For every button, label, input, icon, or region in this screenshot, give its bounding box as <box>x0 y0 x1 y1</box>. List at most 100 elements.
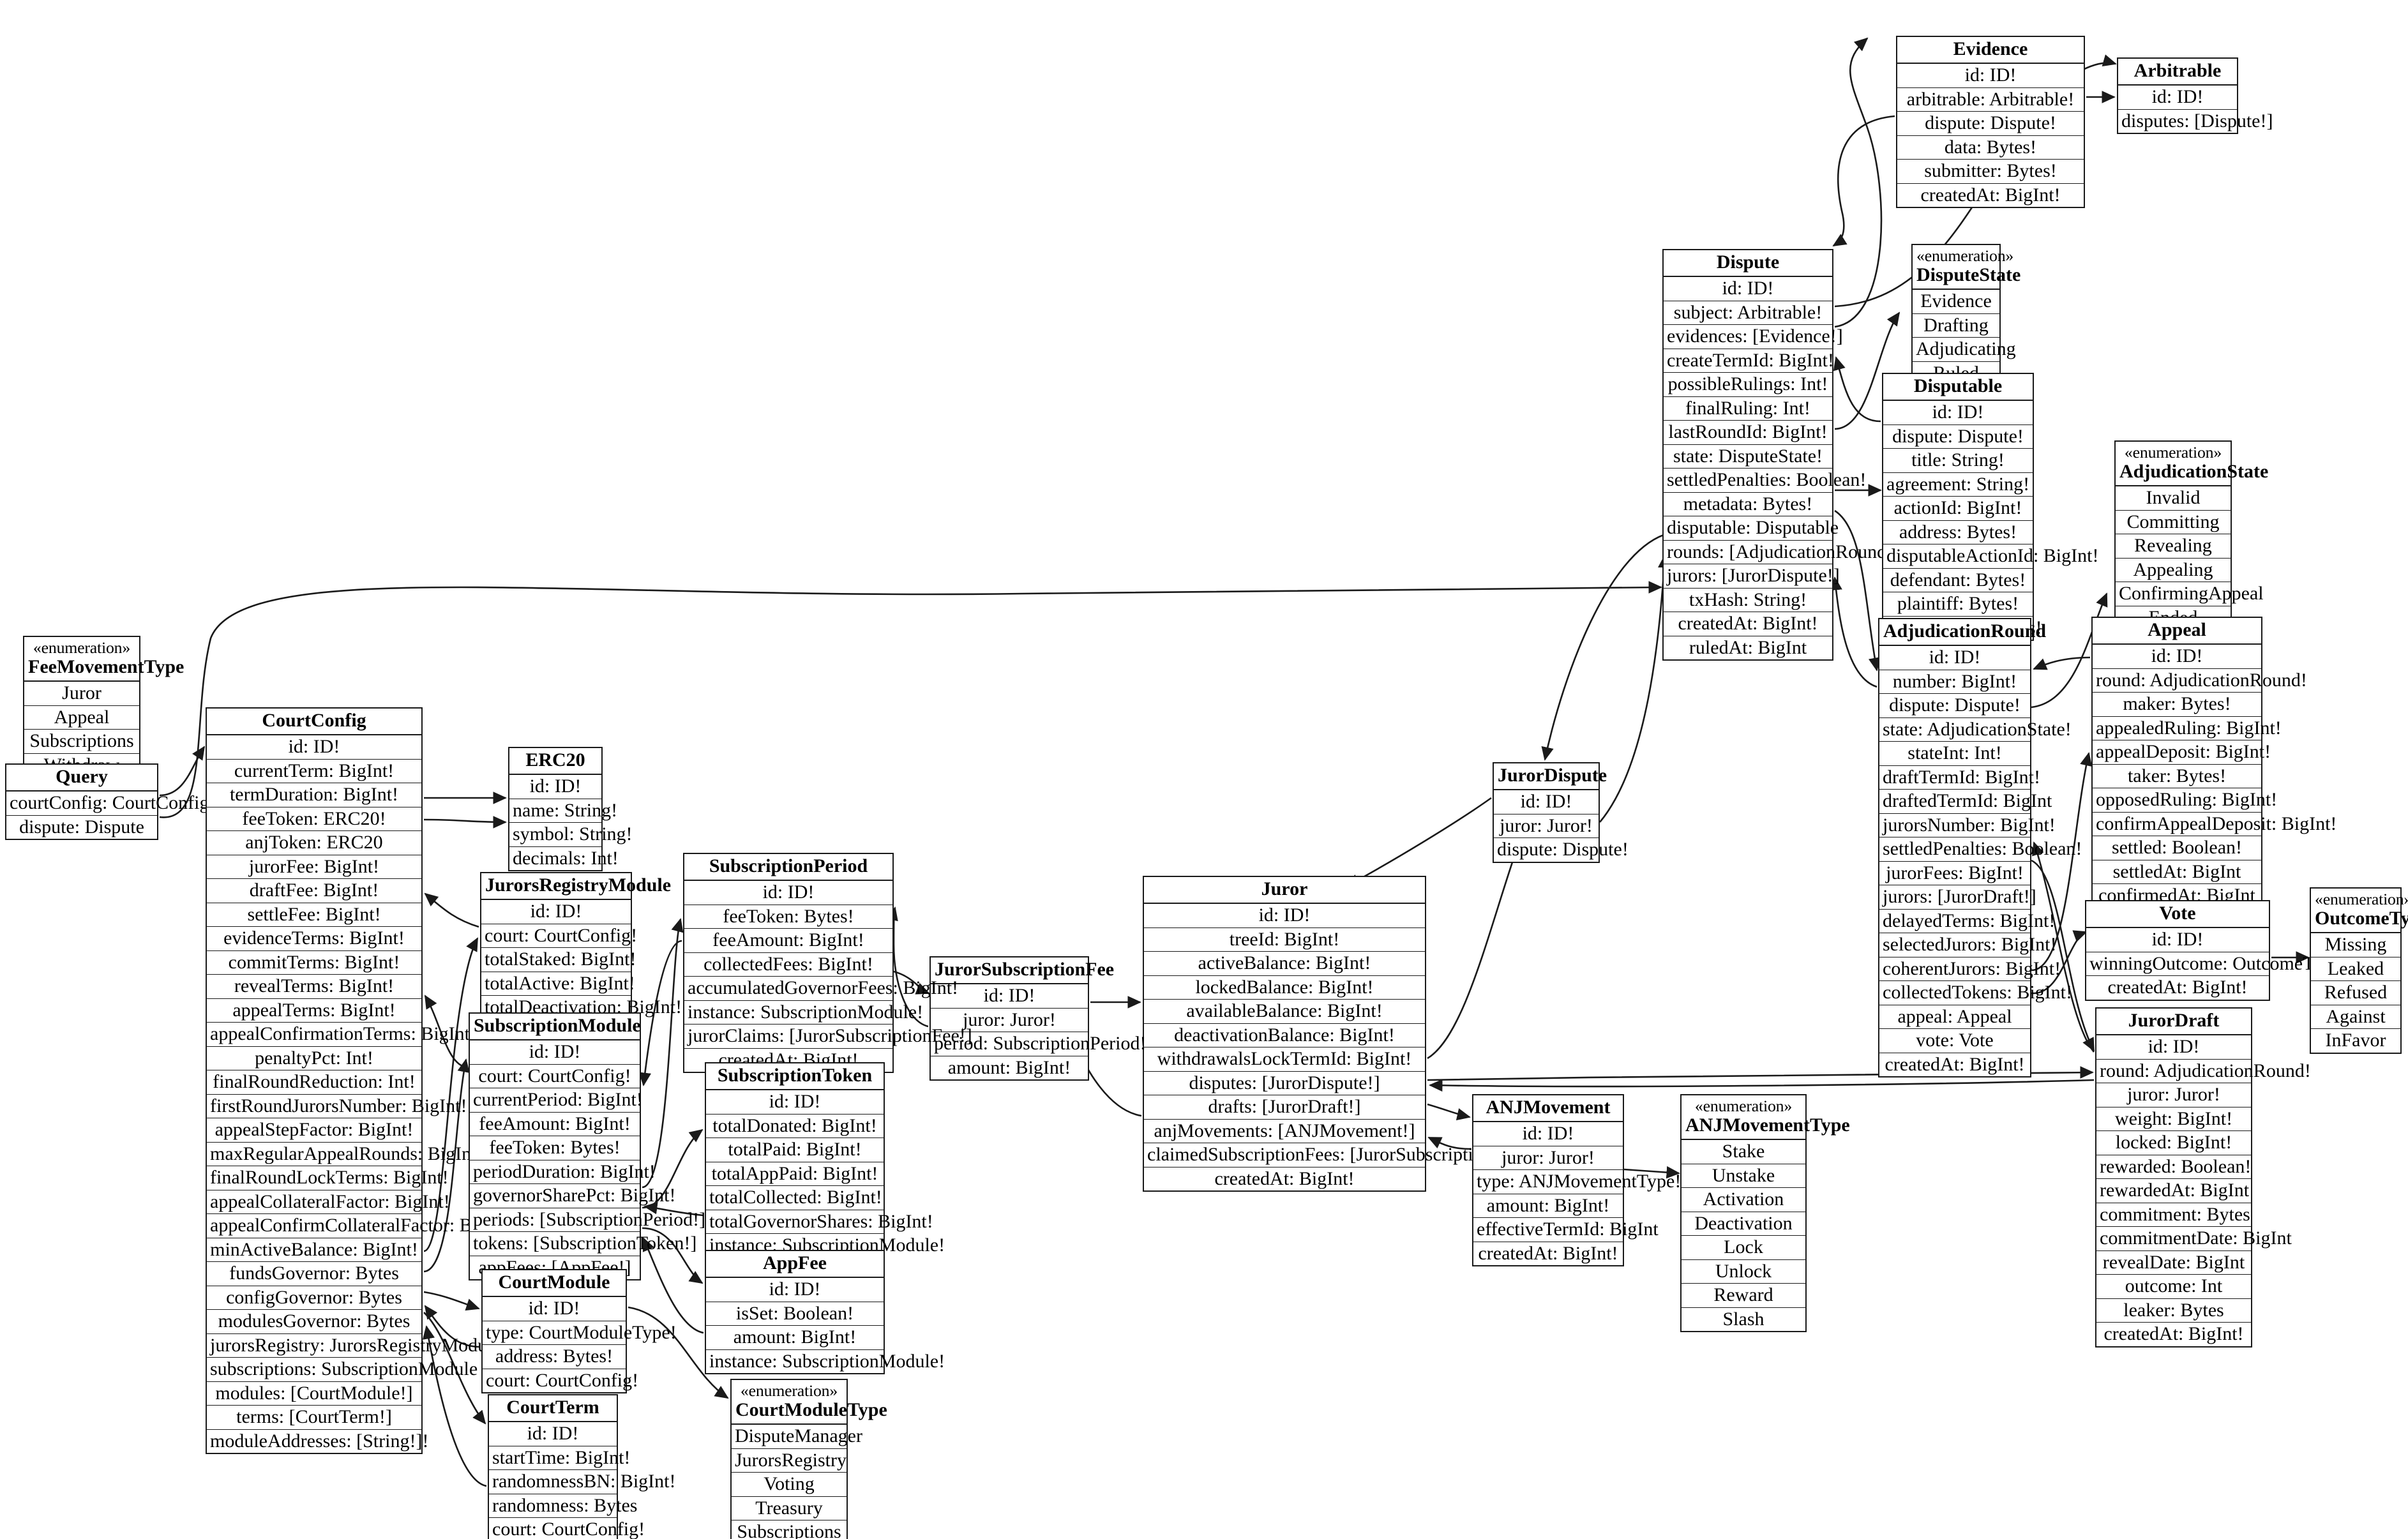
class-field: defendant: Bytes! <box>1883 569 2033 593</box>
uml-class-appfee[interactable]: AppFee id: ID! isSet: Boolean! amount: BigI… <box>705 1250 945 1375</box>
uml-class-subscriptiontoken[interactable]: SubscriptionToken id: ID! totalDonated: Bi… <box>705 1062 945 1259</box>
class-name: Disputable <box>1913 375 2003 396</box>
class-field: collectedTokens: BigInt! <box>1879 981 2072 1005</box>
uml-class-header-feemovementtype: «enumeration» FeeMovementType <box>24 637 184 682</box>
class-field: state: DisputeState! <box>1664 445 1832 469</box>
class-field: dispute: Dispute! <box>1879 694 2030 718</box>
enum-value: Adjudicating <box>1913 338 2016 362</box>
enum-value: Appealing <box>2116 559 2231 583</box>
class-field: data: Bytes! <box>1897 136 2084 160</box>
uml-class-disputable[interactable]: Disputable id: ID! dispute: Dispute! title:… <box>1882 373 2098 642</box>
uml-class-evidence[interactable]: Evidence id: ID! arbitrable: Arbitrable! di… <box>1896 36 2085 209</box>
uml-class-subscriptionmodule[interactable]: SubscriptionModule id: ID! court: CourtCon… <box>469 1012 705 1281</box>
class-field: id: ID! <box>509 775 601 799</box>
stereotype-label: «enumeration» <box>1694 1097 1793 1115</box>
uml-class-erc20[interactable]: ERC20 id: ID! name: String! symbol: String!… <box>508 747 633 872</box>
class-name: JurorDraft <box>2128 1010 2220 1031</box>
uml-class-anjmovementtype[interactable]: «enumeration» ANJMovementType Stake Unstake… <box>1680 1094 1850 1333</box>
class-field: court: CourtConfig! <box>486 1369 639 1391</box>
stereotype-label: «enumeration» <box>1916 246 2014 265</box>
uml-class-header-courtconfig: CourtConfig <box>207 709 421 736</box>
class-field: id: ID! <box>489 1422 617 1446</box>
uml-class-courtmoduletype[interactable]: «enumeration» CourtModuleType DisputeManag… <box>730 1379 887 1539</box>
uml-class-feemovementtype[interactable]: «enumeration» FeeMovementType Juror Appeal S… <box>23 636 184 779</box>
uml-class-header-subscriptionmodule: SubscriptionModule <box>470 1014 641 1041</box>
class-name: ANJMovementType <box>1685 1114 1850 1136</box>
uml-class-header-adjudicationround: AdjudicationRound <box>1879 619 2046 647</box>
uml-class-header-erc20: ERC20 <box>509 748 601 776</box>
uml-class-disputestate[interactable]: «enumeration» DisputeState Evidence Draftin… <box>1911 244 2020 387</box>
class-field: jurorFee: BigInt! <box>207 855 421 880</box>
class-field: disputableActionId: BigInt! <box>1883 544 2098 569</box>
class-field: startTime: BigInt! <box>489 1446 630 1471</box>
enum-value: ConfirmingAppeal <box>2116 582 2264 606</box>
uml-class-subscriptionperiod[interactable]: SubscriptionPeriod id: ID! feeToken: Bytes… <box>683 853 972 1074</box>
uml-class-outcometype[interactable]: «enumeration»OutcomeTypeMissingLeakedRef… <box>2310 887 2408 1054</box>
class-field: id: ID! <box>2086 928 2269 952</box>
enum-value: Refused <box>2311 981 2400 1005</box>
class-field: agreement: String! <box>1883 473 2033 497</box>
class-field: totalGovernorShares: BigInt! <box>706 1210 933 1235</box>
class-field: periodDuration: BigInt! <box>470 1160 656 1185</box>
uml-class-courtconfig[interactable]: CourtConfig id: ID! currentTerm: BigInt! te… <box>206 707 515 1455</box>
uml-class-header-dispute: Dispute <box>1664 250 1832 278</box>
class-name: Query <box>56 766 108 787</box>
class-field: feeToken: ERC20! <box>207 807 421 832</box>
uml-class-juror[interactable]: Juror id: ID! treeId: BigInt! activeBalance… <box>1143 876 1533 1192</box>
class-field: evidenceTerms: BigInt! <box>207 927 421 951</box>
class-field: confirmAppealDeposit: BigInt! <box>2093 813 2337 837</box>
uml-class-adjudicationstate[interactable]: «enumeration» AdjudicationState Invalid Com… <box>2114 440 2268 631</box>
class-field: courtConfig: CourtConfig <box>6 792 209 816</box>
uml-class-query[interactable]: Query courtConfig: CourtConfig dispute: Di… <box>5 763 209 841</box>
class-field: possibleRulings: Int! <box>1664 373 1832 397</box>
class-name: JurorSubscriptionFee <box>935 959 1115 980</box>
enum-value: Deactivation <box>1682 1212 1805 1236</box>
class-field: feeAmount: BigInt! <box>684 929 892 953</box>
class-field: jurors: [JurorDispute!] <box>1664 564 1840 589</box>
enum-value: DisputeManager <box>732 1425 862 1449</box>
uml-class-courtterm[interactable]: CourtTerm id: ID! startTime: BigInt! random… <box>488 1394 675 1539</box>
uml-class-header-disputestate: «enumeration» DisputeState <box>1913 245 2020 290</box>
uml-class-appeal[interactable]: Appeal id: ID! round: AdjudicationRound! ma… <box>2091 617 2337 933</box>
uml-class-arbitrable[interactable]: Arbitrable id: ID! disputes: [Dispute!] <box>2117 57 2273 135</box>
class-field: commitTerms: BigInt! <box>207 951 421 975</box>
uml-class-dispute[interactable]: Dispute id: ID! subject: Arbitrable! eviden… <box>1662 249 1899 661</box>
class-field: currentTerm: BigInt! <box>207 760 421 784</box>
class-field: court: CourtConfig! <box>470 1065 640 1089</box>
class-field: rewarded: Boolean! <box>2096 1155 2251 1180</box>
class-field: court: CourtConfig! <box>481 924 637 949</box>
class-field: createTermId: BigInt! <box>1664 349 1834 373</box>
class-field: id: ID! <box>1494 790 1599 815</box>
stereotype-label: «enumeration» <box>2124 443 2222 462</box>
class-field: totalCollected: BigInt! <box>706 1186 884 1210</box>
class-field: tokens: [SubscriptionToken!] <box>470 1232 696 1256</box>
uml-class-header-jurordraft: JurorDraft <box>2096 1009 2251 1036</box>
class-field: deactivationBalance: BigInt! <box>1144 1024 1425 1048</box>
class-name: Arbitrable <box>2133 60 2222 81</box>
class-field: round: AdjudicationRound! <box>2096 1060 2311 1084</box>
class-field: appealStepFactor: BigInt! <box>207 1118 421 1143</box>
uml-class-vote[interactable]: Vote id: ID! winningOutcome: OutcomeType! c… <box>2085 900 2347 1001</box>
uml-class-jurorsregistrymodule[interactable]: JurorsRegistryModule id: ID! court: CourtC… <box>480 872 682 1021</box>
class-field: treeId: BigInt! <box>1144 928 1425 952</box>
uml-class-jurorsubscriptionfee[interactable]: JurorSubscriptionFee id: ID! juror: Juror!… <box>929 956 1146 1081</box>
uml-class-anjmovement[interactable]: ANJMovement id: ID! juror: Juror! type: ANJ… <box>1472 1094 1681 1267</box>
enum-value: Drafting <box>1913 314 1999 338</box>
class-field: penaltyPct: Int! <box>207 1047 421 1071</box>
class-field: ruledAt: BigInt <box>1689 636 1807 658</box>
class-field: claimedSubscriptionFees: [JurorSubscript… <box>1144 1143 1533 1167</box>
class-field: id: ID! <box>2093 645 2261 669</box>
enum-value: Unlock <box>1682 1260 1805 1284</box>
class-field: lastRoundId: BigInt! <box>1664 421 1832 445</box>
class-field: anjToken: ERC20 <box>207 831 421 855</box>
class-field: type: ANJMovementType! <box>1473 1170 1681 1194</box>
uml-class-courtmodule[interactable]: CourtModule id: ID! type: CourtModuleType!… <box>481 1269 677 1394</box>
class-field: type: CourtModuleType! <box>483 1321 677 1346</box>
class-field: juror: Juror! <box>1494 815 1599 839</box>
uml-class-adjudicationround[interactable]: AdjudicationRound id: ID! number: BigInt! d… <box>1878 618 2082 1078</box>
uml-class-jurordispute[interactable]: JurorDispute id: ID! juror: Juror! dispute:… <box>1493 762 1629 863</box>
class-field: appealTerms: BigInt! <box>207 999 421 1023</box>
uml-class-jurordraft[interactable]: JurorDraft id: ID! round: AdjudicationRoun… <box>2095 1007 2311 1348</box>
class-name: OutcomeType <box>2315 907 2408 929</box>
class-field: taker: Bytes! <box>2093 765 2261 789</box>
